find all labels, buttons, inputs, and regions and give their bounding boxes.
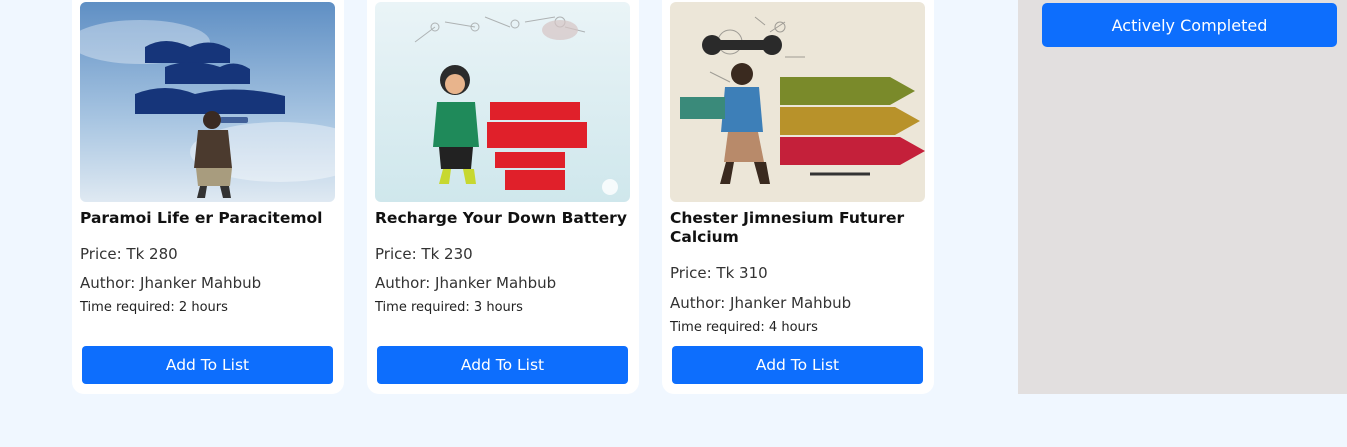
book-time-required: Time required: 3 hours (375, 300, 523, 315)
book-card: Chester Jimnesium Futurer Calcium Price:… (662, 0, 934, 394)
add-to-list-button[interactable]: Add To List (82, 346, 333, 384)
book-title: Chester Jimnesium Futurer Calcium (670, 209, 905, 246)
book-price: Price: Tk 280 (80, 245, 178, 263)
book-card: Paramoi Life er Paracitemol Price: Tk 28… (72, 0, 344, 394)
book-title: Recharge Your Down Battery (375, 209, 627, 227)
book-price: Price: Tk 310 (670, 264, 768, 282)
book-author: Author: Jhanker Mahbub (670, 294, 852, 312)
book-author: Author: Jhanker Mahbub (80, 274, 262, 292)
book-time-required: Time required: 4 hours (670, 320, 818, 335)
add-to-list-button[interactable]: Add To List (672, 346, 923, 384)
book-title: Paramoi Life er Paracitemol (80, 209, 323, 227)
add-to-list-button[interactable]: Add To List (377, 346, 628, 384)
book-author: Author: Jhanker Mahbub (375, 274, 557, 292)
book-cover-image (375, 2, 630, 202)
book-cover-image (80, 2, 335, 202)
book-card: Recharge Your Down Battery Price: Tk 230… (367, 0, 639, 394)
actively-completed-button[interactable]: Actively Completed (1042, 3, 1337, 47)
book-time-required: Time required: 2 hours (80, 300, 228, 315)
reading-list-sidebar: Actively Completed (1018, 0, 1347, 394)
book-cover-image (670, 2, 925, 202)
book-price: Price: Tk 230 (375, 245, 473, 263)
